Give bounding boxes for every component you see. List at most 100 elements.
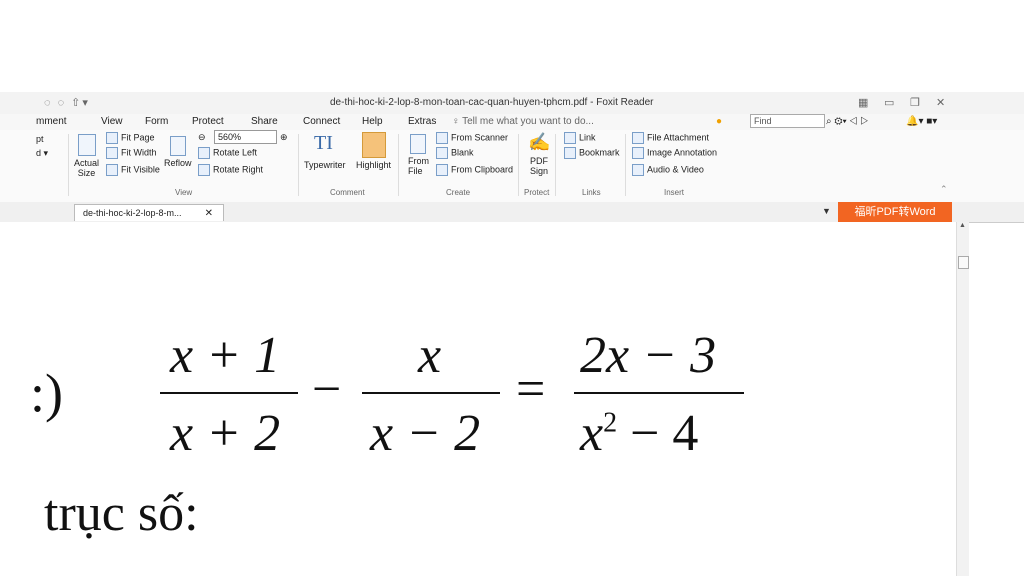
zoom-out-icon[interactable]: ⊖ <box>198 132 206 143</box>
document-tab[interactable]: de-thi-hoc-ki-2-lop-8-m... ✕ <box>74 204 224 221</box>
rotate-left-label: Rotate Left <box>213 147 258 158</box>
from-scanner-label: From Scanner <box>451 132 509 143</box>
fit-width-button[interactable]: Fit Width <box>106 147 157 159</box>
highlight-button[interactable]: Highlight <box>356 160 391 170</box>
ribbon-partial-2[interactable]: d ▾ <box>36 148 48 159</box>
skin-icon[interactable]: ● <box>716 116 722 127</box>
from-scanner-button[interactable]: From Scanner <box>436 132 508 144</box>
separator <box>555 134 556 196</box>
group-comment: Comment <box>330 188 365 197</box>
audio-video-button[interactable]: Audio & Video <box>632 164 704 176</box>
blank-label: Blank <box>451 147 474 158</box>
top-blank-area <box>0 0 1024 92</box>
search-icon[interactable]: ⌕ ⚙▾ ◁ ▷ <box>826 116 868 127</box>
body-text: trục số: <box>44 485 199 542</box>
quick-access-icons[interactable]: ◌ ◌ ⇧▾ <box>44 96 90 109</box>
actual-size-button[interactable]: Actual Size <box>74 158 99 178</box>
typewriter-icon: TI <box>314 132 333 154</box>
actual-size-icon <box>78 134 96 156</box>
from-clipboard-label: From Clipboard <box>451 164 514 175</box>
separator <box>298 134 299 196</box>
denominator-rest: − 4 <box>617 405 699 462</box>
typewriter-button[interactable]: Typewriter <box>304 160 346 170</box>
close-tab-icon[interactable]: ✕ <box>205 205 213 222</box>
fraction2-denominator: x − 2 <box>370 405 481 462</box>
vertical-scrollbar[interactable]: ▲ <box>956 222 969 576</box>
menu-view[interactable]: View <box>101 116 123 127</box>
attachment-icon <box>632 132 644 144</box>
link-label: Link <box>579 132 596 143</box>
ribbon-partial-1[interactable]: pt <box>36 134 44 144</box>
from-file-button[interactable]: From File <box>408 156 429 176</box>
menu-protect[interactable]: Protect <box>192 116 224 127</box>
fit-visible-button[interactable]: Fit Visible <box>106 164 160 176</box>
menu-comment[interactable]: mment <box>36 116 67 127</box>
chevron-down-icon[interactable]: ▼ <box>822 206 831 216</box>
fraction2-numerator: x <box>418 327 442 384</box>
group-create: Create <box>446 188 471 197</box>
image-annotation-button[interactable]: Image Annotation <box>632 147 717 159</box>
scanner-icon <box>436 132 448 144</box>
ribbon: pt d ▾ Actual Size Fit Page Fit Width Fi… <box>0 130 1024 203</box>
rotate-right-label: Rotate Right <box>213 164 264 175</box>
link-icon <box>564 132 576 144</box>
blank-button[interactable]: Blank <box>436 147 474 159</box>
from-file-icon <box>410 134 426 154</box>
group-insert: Insert <box>664 188 685 197</box>
fraction3-denominator: x2 − 4 <box>580 404 698 463</box>
group-links: Links <box>582 188 601 197</box>
fraction2-bar <box>362 392 500 394</box>
menu-extras[interactable]: Extras <box>408 116 436 127</box>
restore-icon[interactable]: ❐ <box>910 96 920 109</box>
tell-me-text: Tell me what you want to do... <box>462 116 594 127</box>
audio-video-label: Audio & Video <box>647 164 704 175</box>
tell-me-box[interactable]: ♀ Tell me what you want to do... <box>452 116 594 127</box>
separator <box>518 134 519 196</box>
bell-icon[interactable]: 🔔▾ ■▾ <box>906 116 937 127</box>
fit-page-button[interactable]: Fit Page <box>106 132 155 144</box>
zoom-in-icon[interactable]: ⊕ <box>280 132 288 143</box>
reflow-button[interactable]: Reflow <box>164 158 192 168</box>
menu-connect[interactable]: Connect <box>303 116 340 127</box>
denominator-base: x <box>580 405 604 462</box>
fit-visible-label: Fit Visible <box>121 164 160 175</box>
blank-page-icon <box>436 147 448 159</box>
foxit-window: ◌ ◌ ⇧▾ de-thi-hoc-ki-2-lop-8-mon-toan-ca… <box>0 92 1024 576</box>
minus-sign: − <box>312 361 342 418</box>
fraction3-bar <box>574 392 744 394</box>
promo-button[interactable]: 福昕PDF转Word <box>838 202 952 222</box>
scroll-thumb[interactable] <box>958 256 969 269</box>
ribbon-display-icon[interactable]: ▦ <box>858 96 868 109</box>
question-label: :) <box>30 363 63 423</box>
highlight-icon <box>362 132 386 158</box>
from-clipboard-button[interactable]: From Clipboard <box>436 164 513 176</box>
document-tab-label: de-thi-hoc-ki-2-lop-8-m... <box>83 208 182 218</box>
menu-share[interactable]: Share <box>251 116 278 127</box>
find-input[interactable]: Find <box>750 114 825 128</box>
scroll-up-icon[interactable]: ▲ <box>959 222 966 229</box>
rotate-left-button[interactable]: Rotate Left <box>198 147 257 159</box>
image-annotation-label: Image Annotation <box>647 147 718 158</box>
close-icon[interactable]: ✕ <box>936 96 945 109</box>
tab-bar: de-thi-hoc-ki-2-lop-8-m... ✕ ▼ 福昕PDF转Wor… <box>0 202 1024 223</box>
separator <box>398 134 399 196</box>
collapse-ribbon-icon[interactable]: ⌃ <box>940 184 948 195</box>
image-icon <box>632 147 644 159</box>
menu-form[interactable]: Form <box>145 116 168 127</box>
minimize-icon[interactable]: ▭ <box>884 96 894 109</box>
title-bar: ◌ ◌ ⇧▾ de-thi-hoc-ki-2-lop-8-mon-toan-ca… <box>0 92 1024 114</box>
menu-bar: mment View Form Protect Share Connect He… <box>0 114 1024 130</box>
fraction1-bar <box>160 392 298 394</box>
rotate-right-button[interactable]: Rotate Right <box>198 164 263 176</box>
fit-width-icon <box>106 147 118 159</box>
file-attachment-button[interactable]: File Attachment <box>632 132 709 144</box>
fraction3-numerator: 2x − 3 <box>580 327 717 384</box>
zoom-select[interactable]: 560% <box>214 130 277 144</box>
pdf-sign-button[interactable]: PDF Sign <box>530 156 548 176</box>
bookmark-button[interactable]: Bookmark <box>564 147 620 159</box>
fit-visible-icon <box>106 164 118 176</box>
clipboard-icon <box>436 164 448 176</box>
link-button[interactable]: Link <box>564 132 596 144</box>
menu-help[interactable]: Help <box>362 116 383 127</box>
fraction1-denominator: x + 2 <box>170 405 281 462</box>
